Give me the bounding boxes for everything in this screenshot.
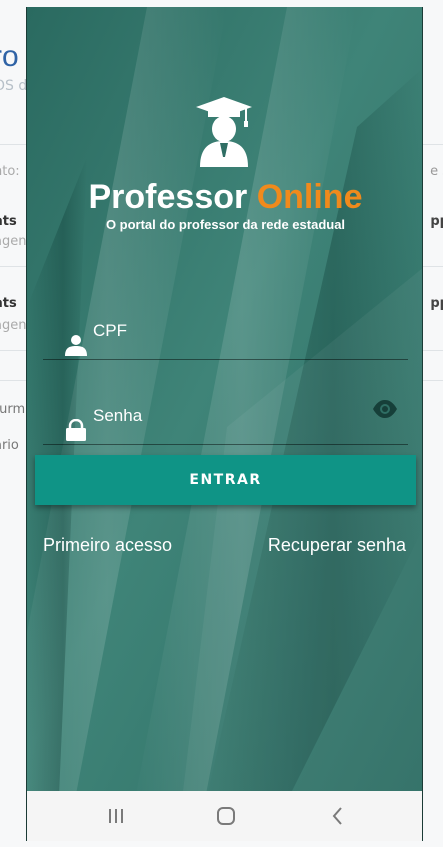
home-icon[interactable] [213,803,239,829]
eye-icon[interactable] [372,399,398,419]
screen: ro OS d nto: e s ats agen pp ats agen pp… [0,0,443,847]
cpf-input[interactable] [93,312,363,350]
background-footer: turm [0,402,26,417]
background-title: ro [0,40,19,73]
background-row-sub: agen [0,234,27,249]
background-row-right: pp [430,296,443,311]
password-input[interactable] [93,397,363,435]
brand-name: Professor [88,178,248,216]
login-content: Professor Online O portal do professor d… [27,7,422,841]
app-brand: Professor Online [27,175,422,219]
brand-highlight: Online [256,178,363,216]
background-subtitle: OS d [0,78,28,94]
background-footer: ário [0,438,19,453]
user-icon [65,335,87,356]
password-field [43,395,408,445]
graduate-teacher-icon [196,97,252,167]
background-label: nto: [0,164,20,179]
first-access-link[interactable]: Primeiro acesso [43,535,172,556]
background-row-sub: agen [0,318,27,333]
background-label-right: e s [430,164,443,179]
enter-button[interactable]: ENTRAR [35,455,416,505]
back-icon[interactable] [325,803,351,829]
background-row-title: ats [0,296,17,311]
login-screen: Professor Online O portal do professor d… [26,7,423,841]
cpf-field [43,310,408,360]
background-row-right: pp [430,214,443,229]
recover-password-link[interactable]: Recuperar senha [268,535,406,556]
background-row-title: ats [0,214,17,229]
navigation-bar [27,791,422,841]
recents-icon[interactable] [103,803,129,829]
lock-icon [66,419,86,441]
tagline: O portal do professor da rede estadual [105,217,346,232]
